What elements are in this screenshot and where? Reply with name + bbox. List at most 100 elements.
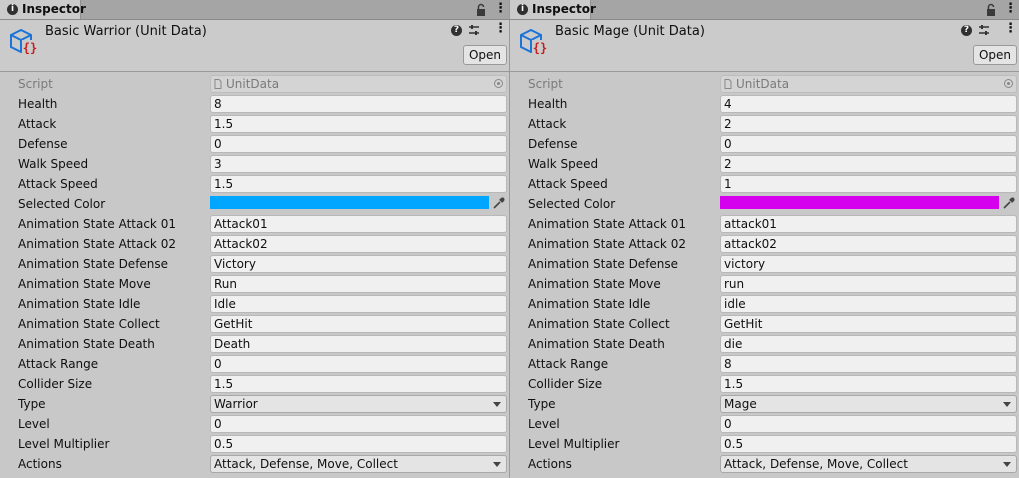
attack-range-field[interactable]: 8 <box>720 355 1017 373</box>
anim-idle-field[interactable]: idle <box>720 295 1017 313</box>
row-defense: Defense 0 <box>0 134 509 154</box>
open-button[interactable]: Open <box>463 45 507 65</box>
attack-speed-field[interactable]: 1.5 <box>210 175 507 193</box>
type-value: Mage <box>724 397 757 411</box>
svg-text:{}: {} <box>533 41 547 55</box>
level-field[interactable]: 0 <box>210 415 507 433</box>
attack-range-field[interactable]: 0 <box>210 355 507 373</box>
anim-death-label: Animation State Death <box>18 337 155 351</box>
tab-inspector[interactable]: i Inspector <box>0 0 86 19</box>
row-attack-range: Attack Range 0 <box>0 354 509 374</box>
anim-collect-field[interactable]: GetHit <box>720 315 1017 333</box>
row-health: Health 8 <box>0 94 509 114</box>
attack-field[interactable]: 1.5 <box>210 115 507 133</box>
row-anim-idle: Animation State Idle Idle <box>0 294 509 314</box>
tab-inspector[interactable]: i Inspector <box>510 0 596 19</box>
type-dropdown[interactable]: Mage <box>720 395 1017 413</box>
walk-speed-field[interactable]: 3 <box>210 155 507 173</box>
row-anim-idle: Animation State Idle idle <box>510 294 1019 314</box>
health-label: Health <box>528 97 568 111</box>
kebab-menu-icon[interactable]: ⋮ <box>494 22 507 36</box>
level-multiplier-field[interactable]: 0.5 <box>210 435 507 453</box>
level-field[interactable]: 0 <box>720 415 1017 433</box>
anim-attack02-field[interactable]: Attack02 <box>210 235 507 253</box>
open-button[interactable]: Open <box>973 45 1017 65</box>
row-anim-move: Animation State Move run <box>510 274 1019 294</box>
attack-range-label: Attack Range <box>528 357 609 371</box>
collider-size-field[interactable]: 1.5 <box>720 375 1017 393</box>
anim-defense-label: Animation State Defense <box>528 257 679 271</box>
actions-dropdown[interactable]: Attack, Defense, Move, Collect <box>720 455 1017 473</box>
attack-speed-field[interactable]: 1 <box>720 175 1017 193</box>
lock-icon[interactable] <box>983 2 999 18</box>
row-selected-color: Selected Color <box>510 194 1019 214</box>
asset-header: {} Basic Warrior (Unit Data) ? ⋮ Open <box>0 20 509 72</box>
help-icon[interactable]: ? <box>451 25 462 36</box>
anim-death-field[interactable]: die <box>720 335 1017 353</box>
eyedropper-icon[interactable] <box>1002 196 1016 210</box>
row-defense: Defense 0 <box>510 134 1019 154</box>
type-label: Type <box>18 397 46 411</box>
defense-field[interactable]: 0 <box>720 135 1017 153</box>
svg-text:{}: {} <box>23 41 37 55</box>
level-multiplier-label: Level Multiplier <box>528 437 620 451</box>
tab-label: Inspector <box>22 2 86 16</box>
anim-death-field[interactable]: Death <box>210 335 507 353</box>
kebab-menu-icon[interactable]: ⋮ <box>1004 1 1017 17</box>
row-walk-speed: Walk Speed 2 <box>510 154 1019 174</box>
type-dropdown[interactable]: Warrior <box>210 395 507 413</box>
kebab-menu-icon[interactable]: ⋮ <box>1004 22 1017 36</box>
health-field[interactable]: 8 <box>210 95 507 113</box>
actions-value: Attack, Defense, Move, Collect <box>214 457 398 471</box>
preset-sliders-icon[interactable] <box>467 23 481 37</box>
kebab-menu-icon[interactable]: ⋮ <box>494 1 507 17</box>
object-picker-icon <box>1004 79 1013 88</box>
color-swatch[interactable] <box>210 196 489 209</box>
attack-label: Attack <box>528 117 567 131</box>
walk-speed-field[interactable]: 2 <box>720 155 1017 173</box>
health-field[interactable]: 4 <box>720 95 1017 113</box>
help-icon[interactable]: ? <box>961 25 972 36</box>
eyedropper-icon[interactable] <box>492 196 506 210</box>
row-script: Script UnitData <box>0 74 509 94</box>
attack-field[interactable]: 2 <box>720 115 1017 133</box>
selected-color-label: Selected Color <box>18 197 106 211</box>
level-multiplier-label: Level Multiplier <box>18 437 110 451</box>
anim-attack01-field[interactable]: attack01 <box>720 215 1017 233</box>
anim-death-label: Animation State Death <box>528 337 665 351</box>
anim-attack02-field[interactable]: attack02 <box>720 235 1017 253</box>
selected-color-label: Selected Color <box>528 197 616 211</box>
actions-label: Actions <box>18 457 62 471</box>
anim-idle-field[interactable]: Idle <box>210 295 507 313</box>
anim-move-field[interactable]: run <box>720 275 1017 293</box>
defense-field[interactable]: 0 <box>210 135 507 153</box>
preset-sliders-icon[interactable] <box>977 23 991 37</box>
attack-speed-label: Attack Speed <box>528 177 608 191</box>
row-anim-move: Animation State Move Run <box>0 274 509 294</box>
anim-defense-field[interactable]: Victory <box>210 255 507 273</box>
collider-size-field[interactable]: 1.5 <box>210 375 507 393</box>
anim-collect-field[interactable]: GetHit <box>210 315 507 333</box>
lock-icon[interactable] <box>473 2 489 18</box>
color-swatch[interactable] <box>720 196 999 209</box>
level-multiplier-field[interactable]: 0.5 <box>720 435 1017 453</box>
row-health: Health 4 <box>510 94 1019 114</box>
anim-move-field[interactable]: Run <box>210 275 507 293</box>
level-label: Level <box>528 417 560 431</box>
object-picker-icon <box>494 79 503 88</box>
anim-attack01-field[interactable]: Attack01 <box>210 215 507 233</box>
selected-color-field[interactable] <box>210 196 489 209</box>
anim-defense-field[interactable]: victory <box>720 255 1017 273</box>
row-script: Script UnitData <box>510 74 1019 94</box>
level-label: Level <box>18 417 50 431</box>
scriptable-object-icon: {} <box>10 28 38 55</box>
walk-speed-label: Walk Speed <box>528 157 599 171</box>
selected-color-field[interactable] <box>720 196 999 209</box>
script-value: UnitData <box>736 77 790 91</box>
anim-attack02-label: Animation State Attack 02 <box>528 237 686 251</box>
asset-title: Basic Mage (Unit Data) <box>555 24 705 39</box>
scriptable-object-icon: {} <box>520 28 548 55</box>
row-attack-speed: Attack Speed 1.5 <box>0 174 509 194</box>
actions-dropdown[interactable]: Attack, Defense, Move, Collect <box>210 455 507 473</box>
property-list: Script UnitData Health 4 Attack 2 Defens… <box>510 74 1019 474</box>
